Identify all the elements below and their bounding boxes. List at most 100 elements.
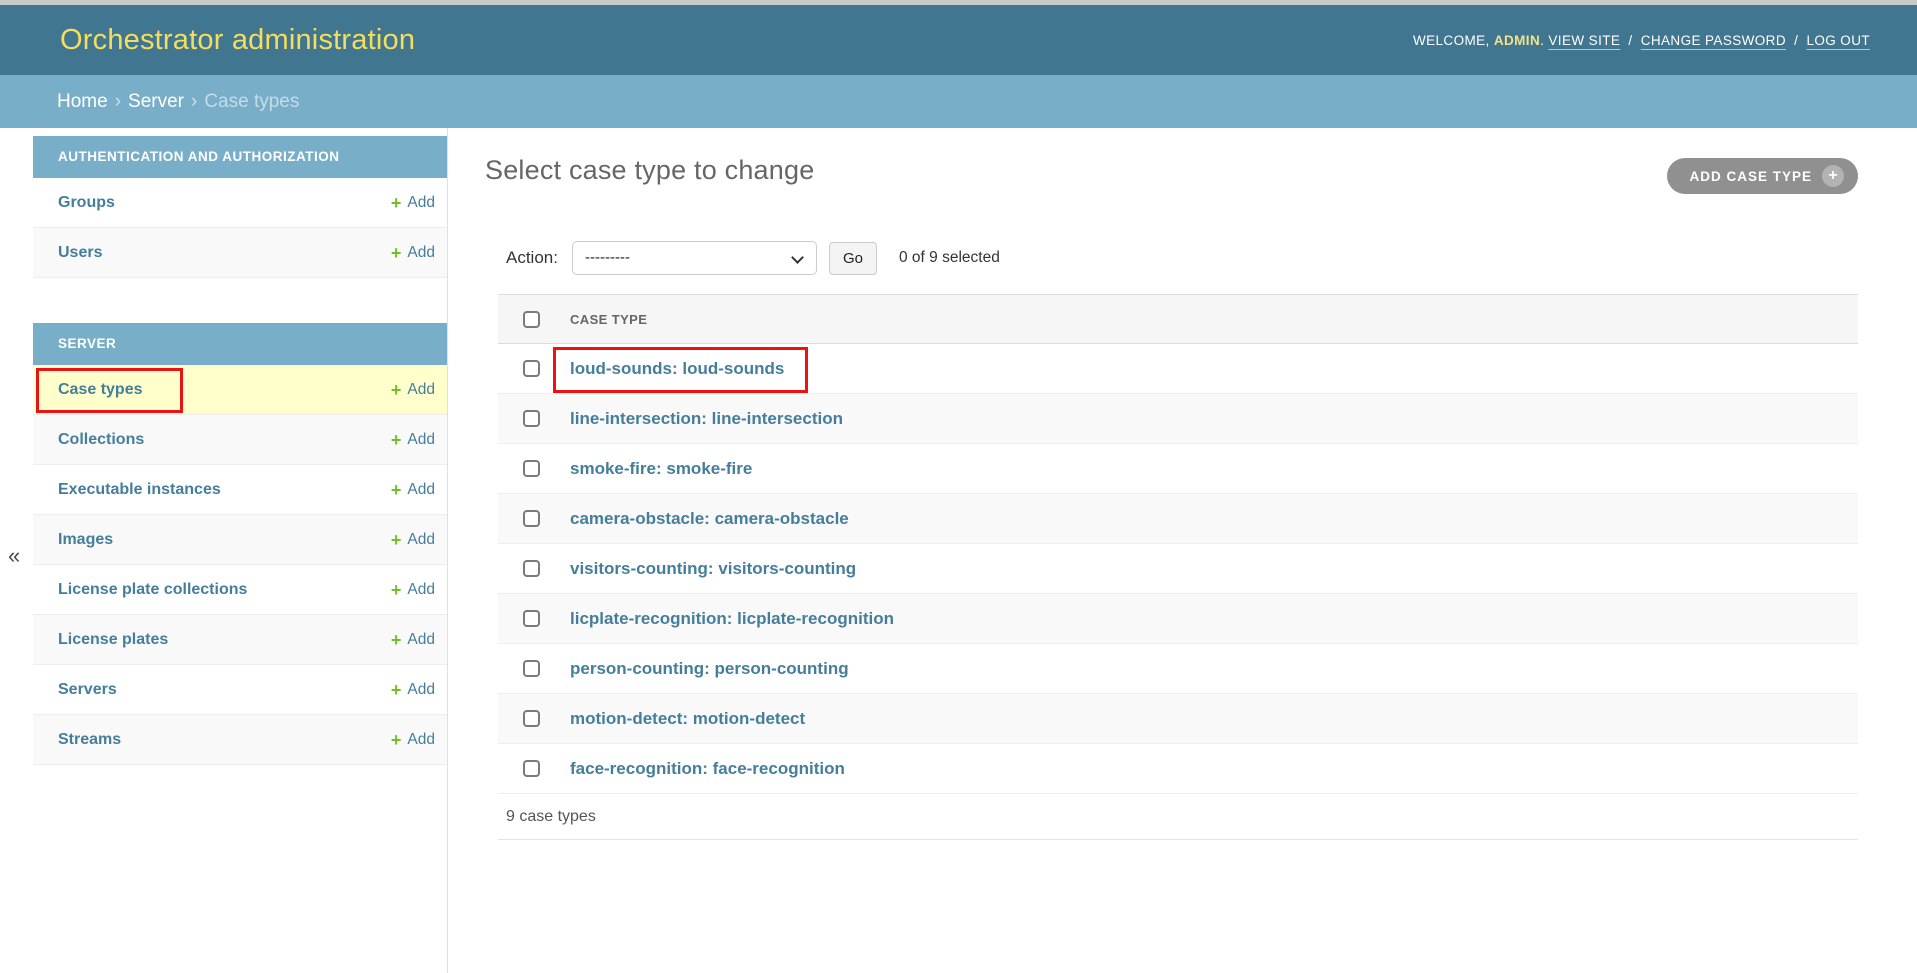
sidebar-link-groups[interactable]: Groups [58,194,115,212]
add-case-type-button[interactable]: ADD CASE TYPE + [1667,158,1858,194]
site-title-link[interactable]: Orchestrator administration [60,5,415,75]
row-checkbox[interactable] [523,510,540,527]
breadcrumb-separator-icon: › [184,91,204,112]
sidebar-link-servers[interactable]: Servers [58,681,117,699]
add-streams-link[interactable]: + Add [391,731,435,749]
case-type-link[interactable]: camera-obstacle: camera-obstacle [570,509,849,528]
user-tools: WELCOME, ADMIN. VIEW SITE / CHANGE PASSW… [1413,5,1870,77]
row-checkbox[interactable] [523,610,540,627]
add-label: Add [407,681,435,699]
case-type-link[interactable]: motion-detect: motion-detect [570,709,805,728]
table-row: face-recognition: face-recognition [498,744,1858,794]
breadcrumb-case-types: Case types [204,91,299,112]
add-label: Add [407,531,435,549]
table-row: person-counting: person-counting [498,644,1858,694]
breadcrumb-server[interactable]: Server [128,91,184,112]
table-row: visitors-counting: visitors-counting [498,544,1858,594]
welcome-text: WELCOME, [1413,33,1490,48]
sidebar-link-executable-instances[interactable]: Executable instances [58,481,221,499]
action-select-value: --------- [585,249,630,266]
user-link-view-site[interactable]: VIEW SITE [1548,33,1620,48]
table-row: motion-detect: motion-detect [498,694,1858,744]
row-checkbox[interactable] [523,760,540,777]
add-label: Add [407,731,435,749]
sidebar-link-streams[interactable]: Streams [58,731,121,749]
case-type-link[interactable]: visitors-counting: visitors-counting [570,559,856,578]
sidebar-module: SERVER Case types + Add Collections + Ad… [33,323,447,765]
add-label: Add [407,244,435,262]
welcome-suffix: . [1540,33,1544,48]
table-row: line-intersection: line-intersection [498,394,1858,444]
sidebar-item-servers: Servers + Add [33,665,447,715]
table-row: loud-sounds: loud-sounds [498,344,1858,394]
user-link-change-password[interactable]: CHANGE PASSWORD [1641,33,1786,48]
add-servers-link[interactable]: + Add [391,681,435,699]
add-users-link[interactable]: + Add [391,244,435,262]
add-collections-link[interactable]: + Add [391,431,435,449]
add-groups-link[interactable]: + Add [391,194,435,212]
sidebar-link-images[interactable]: Images [58,531,113,549]
selection-counter: 0 of 9 selected [899,249,1000,267]
sidebar-link-users[interactable]: Users [58,244,102,262]
add-case-types-link[interactable]: + Add [391,381,435,399]
add-images-link[interactable]: + Add [391,531,435,549]
row-checkbox[interactable] [523,560,540,577]
add-label: Add [407,481,435,499]
actions-bar: Action: --------- Go 0 of 9 selected [498,241,1858,275]
plus-icon: + [391,194,402,212]
sidebar-link-case-types[interactable]: Case types [58,381,143,399]
table-header-row: CASE TYPE [498,295,1858,344]
sidebar-collapse-toggle[interactable]: « [8,543,20,569]
sidebar-nav: AUTHENTICATION AND AUTHORIZATION Groups … [33,128,448,973]
row-checkbox[interactable] [523,460,540,477]
plus-icon: + [1822,165,1844,187]
add-license-plate-collections-link[interactable]: + Add [391,581,435,599]
case-type-link[interactable]: smoke-fire: smoke-fire [570,459,752,478]
case-type-link[interactable]: line-intersection: line-intersection [570,409,843,428]
row-checkbox[interactable] [523,660,540,677]
row-checkbox[interactable] [523,710,540,727]
case-type-link[interactable]: face-recognition: face-recognition [570,759,845,778]
breadcrumb-home[interactable]: Home [57,91,108,112]
row-checkbox[interactable] [523,360,540,377]
add-label: Add [407,194,435,212]
sidebar-item-executable-instances: Executable instances + Add [33,465,447,515]
breadcrumb: Home›Server›Case types [0,75,1917,128]
add-label: Add [407,381,435,399]
sidebar-item-case-types: Case types + Add [33,365,447,415]
content-area: Select case type to change ADD CASE TYPE… [485,128,1858,840]
go-button[interactable]: Go [829,242,877,275]
sidebar-item-license-plate-collections: License plate collections + Add [33,565,447,615]
username: ADMIN [1494,33,1540,48]
row-checkbox[interactable] [523,410,540,427]
plus-icon: + [391,381,402,399]
case-type-link[interactable]: loud-sounds: loud-sounds [570,359,784,378]
plus-icon: + [391,531,402,549]
sidebar-item-groups: Groups + Add [33,178,447,228]
add-label: Add [407,431,435,449]
content-bottom-divider [498,839,1858,840]
breadcrumb-separator-icon: › [108,91,128,112]
sidebar-link-collections[interactable]: Collections [58,431,144,449]
column-header-case-type: CASE TYPE [570,295,1858,344]
chevron-down-icon [791,251,804,264]
sidebar-module-caption: SERVER [33,323,447,365]
select-all-checkbox[interactable] [523,311,540,328]
sidebar-link-license-plate-collections[interactable]: License plate collections [58,581,247,599]
sidebar-item-images: Images + Add [33,515,447,565]
action-select[interactable]: --------- [572,241,817,275]
separator: / [1620,33,1640,48]
add-executable-instances-link[interactable]: + Add [391,481,435,499]
case-type-link[interactable]: person-counting: person-counting [570,659,849,678]
add-license-plates-link[interactable]: + Add [391,631,435,649]
admin-header: Orchestrator administration WELCOME, ADM… [0,5,1917,75]
case-type-link[interactable]: licplate-recognition: licplate-recogniti… [570,609,894,628]
sidebar-item-license-plates: License plates + Add [33,615,447,665]
table-row: camera-obstacle: camera-obstacle [498,494,1858,544]
user-link-log-out[interactable]: LOG OUT [1806,33,1870,48]
table-row: licplate-recognition: licplate-recogniti… [498,594,1858,644]
plus-icon: + [391,244,402,262]
case-type-table: CASE TYPE loud-sounds: loud-sounds line-… [498,294,1858,794]
sidebar-link-license-plates[interactable]: License plates [58,631,168,649]
sidebar-item-users: Users + Add [33,228,447,278]
